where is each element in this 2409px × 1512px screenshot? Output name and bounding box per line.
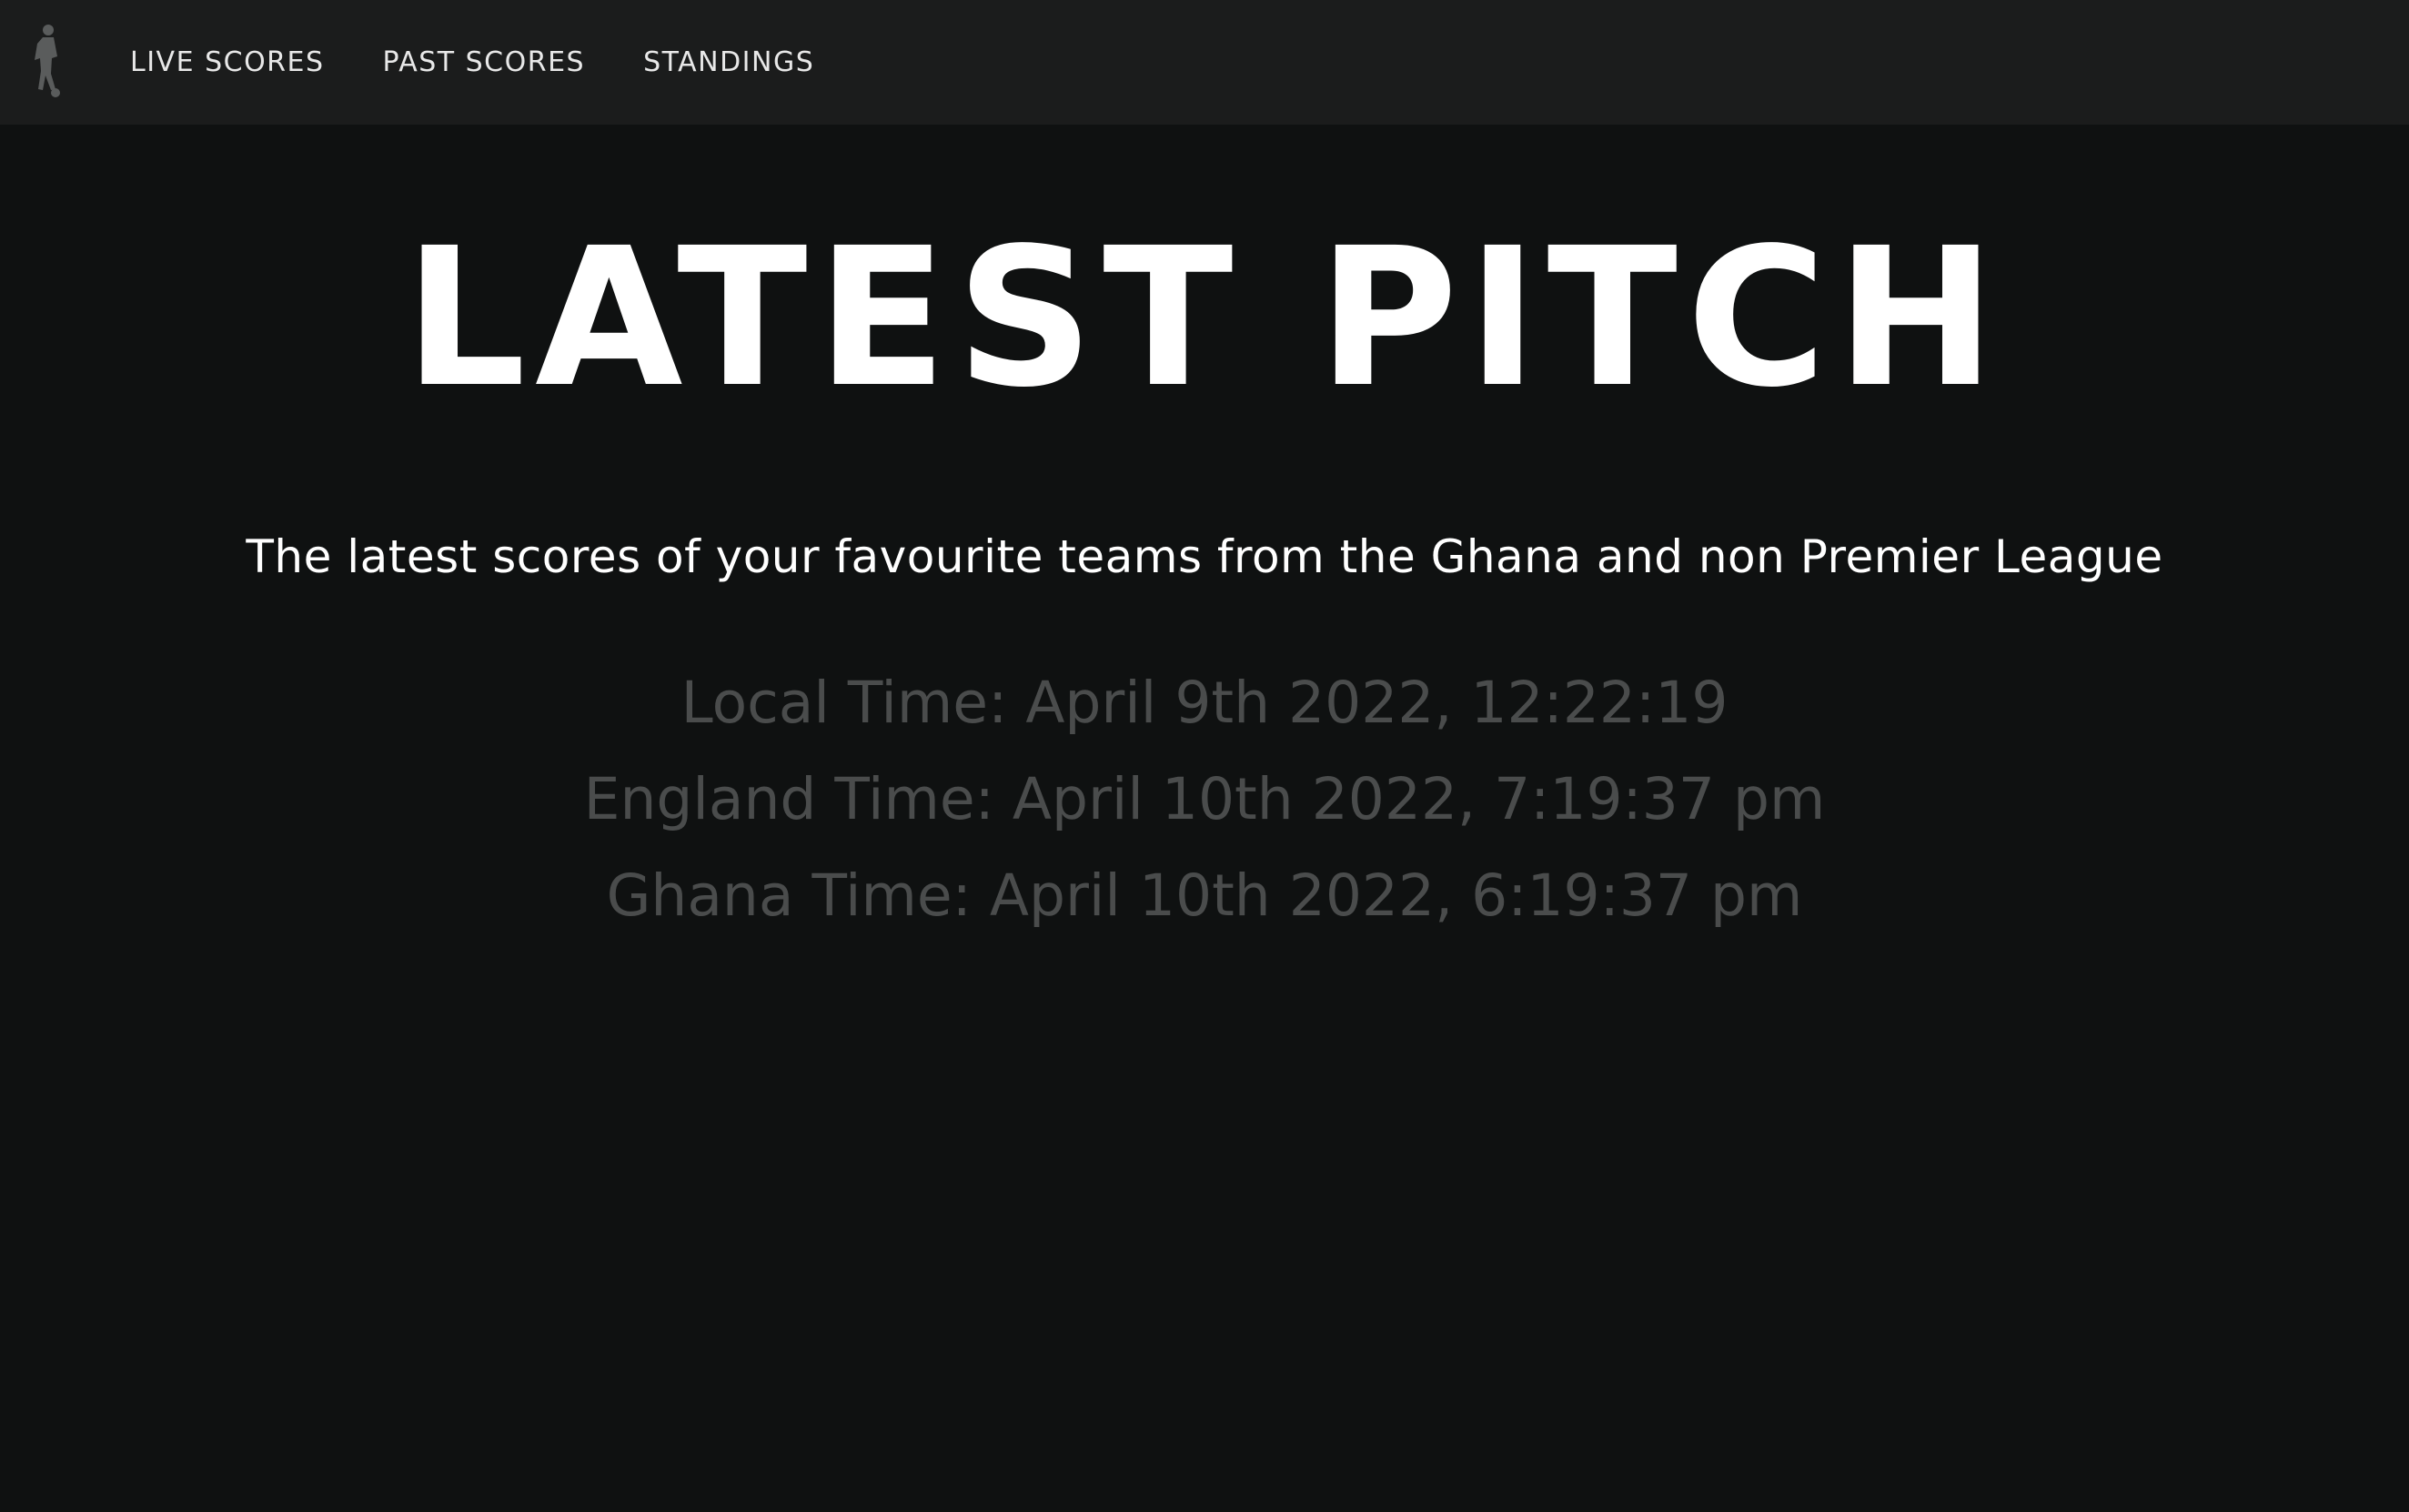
- page-title: LATEST PITCH: [404, 207, 2005, 429]
- nav-standings[interactable]: STANDINGS: [643, 46, 814, 78]
- ghana-time: Ghana Time: April 10th 2022, 6:19:37 pm: [606, 862, 1803, 929]
- top-navbar: LIVE SCORES PAST SCORES STANDINGS: [0, 0, 2409, 125]
- england-time: England Time: April 10th 2022, 7:19:37 p…: [583, 766, 1826, 832]
- local-time: Local Time: April 9th 2022, 12:22:19: [680, 670, 1729, 736]
- nav-live-scores[interactable]: LIVE SCORES: [130, 46, 325, 78]
- main-nav: LIVE SCORES PAST SCORES STANDINGS: [130, 0, 872, 125]
- page-subtitle: The latest scores of your favourite team…: [246, 530, 2163, 583]
- nav-past-scores[interactable]: PAST SCORES: [383, 46, 586, 78]
- main-content: LATEST PITCH The latest scores of your f…: [0, 125, 2409, 1512]
- soccer-player-icon[interactable]: [27, 24, 67, 98]
